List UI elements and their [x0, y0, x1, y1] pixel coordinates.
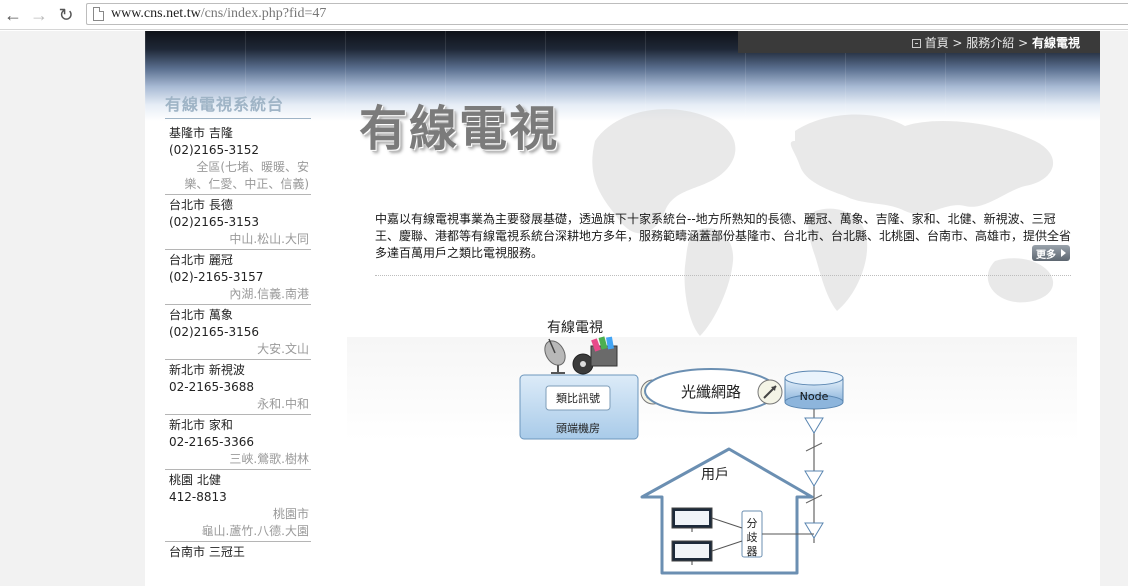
browser-toolbar: ← → ↻ www.cns.net.tw/cns/index.php?fid=4… — [0, 0, 1128, 30]
system-name: 台南市 三冠王 — [169, 545, 245, 559]
system-item-xinshibo[interactable]: 新北市 新視波 02-2165-3688 永和.中和 — [165, 360, 311, 415]
address-text[interactable]: www.cns.net.tw/cns/index.php?fid=47 — [111, 6, 326, 22]
system-item-liguan[interactable]: 台北市 麗冠 (02)-2165-3157 內湖.信義.南港 — [165, 250, 311, 305]
system-name: 基隆市 吉隆 — [169, 126, 233, 140]
reload-button[interactable]: ↻ — [55, 4, 77, 26]
system-list: 基隆市 吉隆 (02)2165-3152 全區(七堵、暖暖、安 樂、仁愛、中正、… — [165, 123, 311, 562]
system-phone: (02)2165-3152 — [169, 143, 260, 157]
system-item-jilong[interactable]: 基隆市 吉隆 (02)2165-3152 全區(七堵、暖暖、安 樂、仁愛、中正、… — [165, 123, 311, 195]
system-area: 內湖.信義.南港 — [229, 287, 309, 301]
system-name: 台北市 萬象 — [169, 308, 233, 322]
sidebar: 有線電視系統台 基隆市 吉隆 (02)2165-3152 全區(七堵、暖暖、安 … — [165, 91, 311, 562]
more-button[interactable]: 更多 — [1032, 245, 1070, 261]
breadcrumb-current: 有線電視 — [1031, 36, 1080, 50]
reload-icon: ↻ — [58, 5, 74, 25]
system-phone: 412-8813 — [169, 490, 227, 504]
system-phone: (02)-2165-3157 — [169, 270, 264, 284]
breadcrumb-separator: > — [948, 36, 967, 50]
breadcrumb-bar: 首頁 > 服務介紹 > 有線電視 — [738, 31, 1100, 53]
system-phone: (02)2165-3153 — [169, 215, 260, 229]
breadcrumb: 首頁 > 服務介紹 > 有線電視 — [911, 34, 1080, 51]
system-item-beijian[interactable]: 桃園 北健 412-8813 桃園市 龜山.蘆竹.八德.大園 — [165, 470, 311, 542]
url-path: /cns/index.php?fid=47 — [200, 6, 327, 21]
back-button[interactable]: ← — [2, 4, 24, 26]
address-bar[interactable]: www.cns.net.tw/cns/index.php?fid=47 — [86, 3, 1128, 25]
system-area: 三峽.鶯歌.樹林 — [229, 452, 309, 466]
diagram-panel — [347, 337, 1077, 586]
dotted-divider — [375, 275, 1071, 276]
system-item-jiahe[interactable]: 新北市 家和 02-2165-3366 三峽.鶯歌.樹林 — [165, 415, 311, 470]
breadcrumb-section-link[interactable]: 服務介紹 — [966, 36, 1014, 50]
system-item-wanxiang[interactable]: 台北市 萬象 (02)2165-3156 大安.文山 — [165, 305, 311, 360]
breadcrumb-home-link[interactable]: 首頁 — [925, 36, 949, 50]
system-area: 全區(七堵、暖暖、安 — [196, 160, 309, 174]
home-square-icon — [911, 39, 921, 48]
system-area: 樂、仁愛、中正、信義) — [184, 177, 309, 191]
forward-button[interactable]: → — [28, 4, 50, 26]
system-phone: 02-2165-3688 — [169, 380, 255, 394]
site-container: 首頁 > 服務介紹 > 有線電視 有線電視系統台 基隆市 吉隆 (02)2165… — [145, 31, 1100, 586]
page-icon — [93, 7, 104, 21]
system-area: 中山.松山.大同 — [229, 232, 309, 246]
intro-text: 中嘉以有線電視事業為主要發展基礎，透過旗下十家系統台--地方所熟知的長德、麗冠、… — [375, 212, 1072, 260]
url-host: www.cns.net.tw — [111, 6, 201, 21]
system-area: 大安.文山 — [257, 342, 309, 356]
system-area: 永和.中和 — [257, 397, 309, 411]
page-title: 有線電視 — [359, 101, 560, 157]
system-name: 台北市 長德 — [169, 198, 233, 212]
system-phone: 02-2165-3366 — [169, 435, 255, 449]
sidebar-title: 有線電視系統台 — [165, 91, 311, 119]
arrow-left-icon: ← — [4, 5, 22, 25]
breadcrumb-separator: > — [1014, 36, 1032, 50]
system-name: 桃園 北健 — [169, 473, 221, 487]
system-item-sanguanwang[interactable]: 台南市 三冠王 — [165, 542, 311, 562]
system-name: 新北市 家和 — [169, 418, 233, 432]
system-name: 新北市 新視波 — [169, 363, 245, 377]
system-name: 台北市 麗冠 — [169, 253, 233, 267]
system-area: 桃園市 — [272, 507, 309, 521]
system-phone: (02)2165-3156 — [169, 325, 260, 339]
arrow-right-icon: → — [30, 5, 48, 25]
system-area: 龜山.蘆竹.八德.大園 — [201, 524, 309, 538]
system-item-changde[interactable]: 台北市 長德 (02)2165-3153 中山.松山.大同 — [165, 195, 311, 250]
